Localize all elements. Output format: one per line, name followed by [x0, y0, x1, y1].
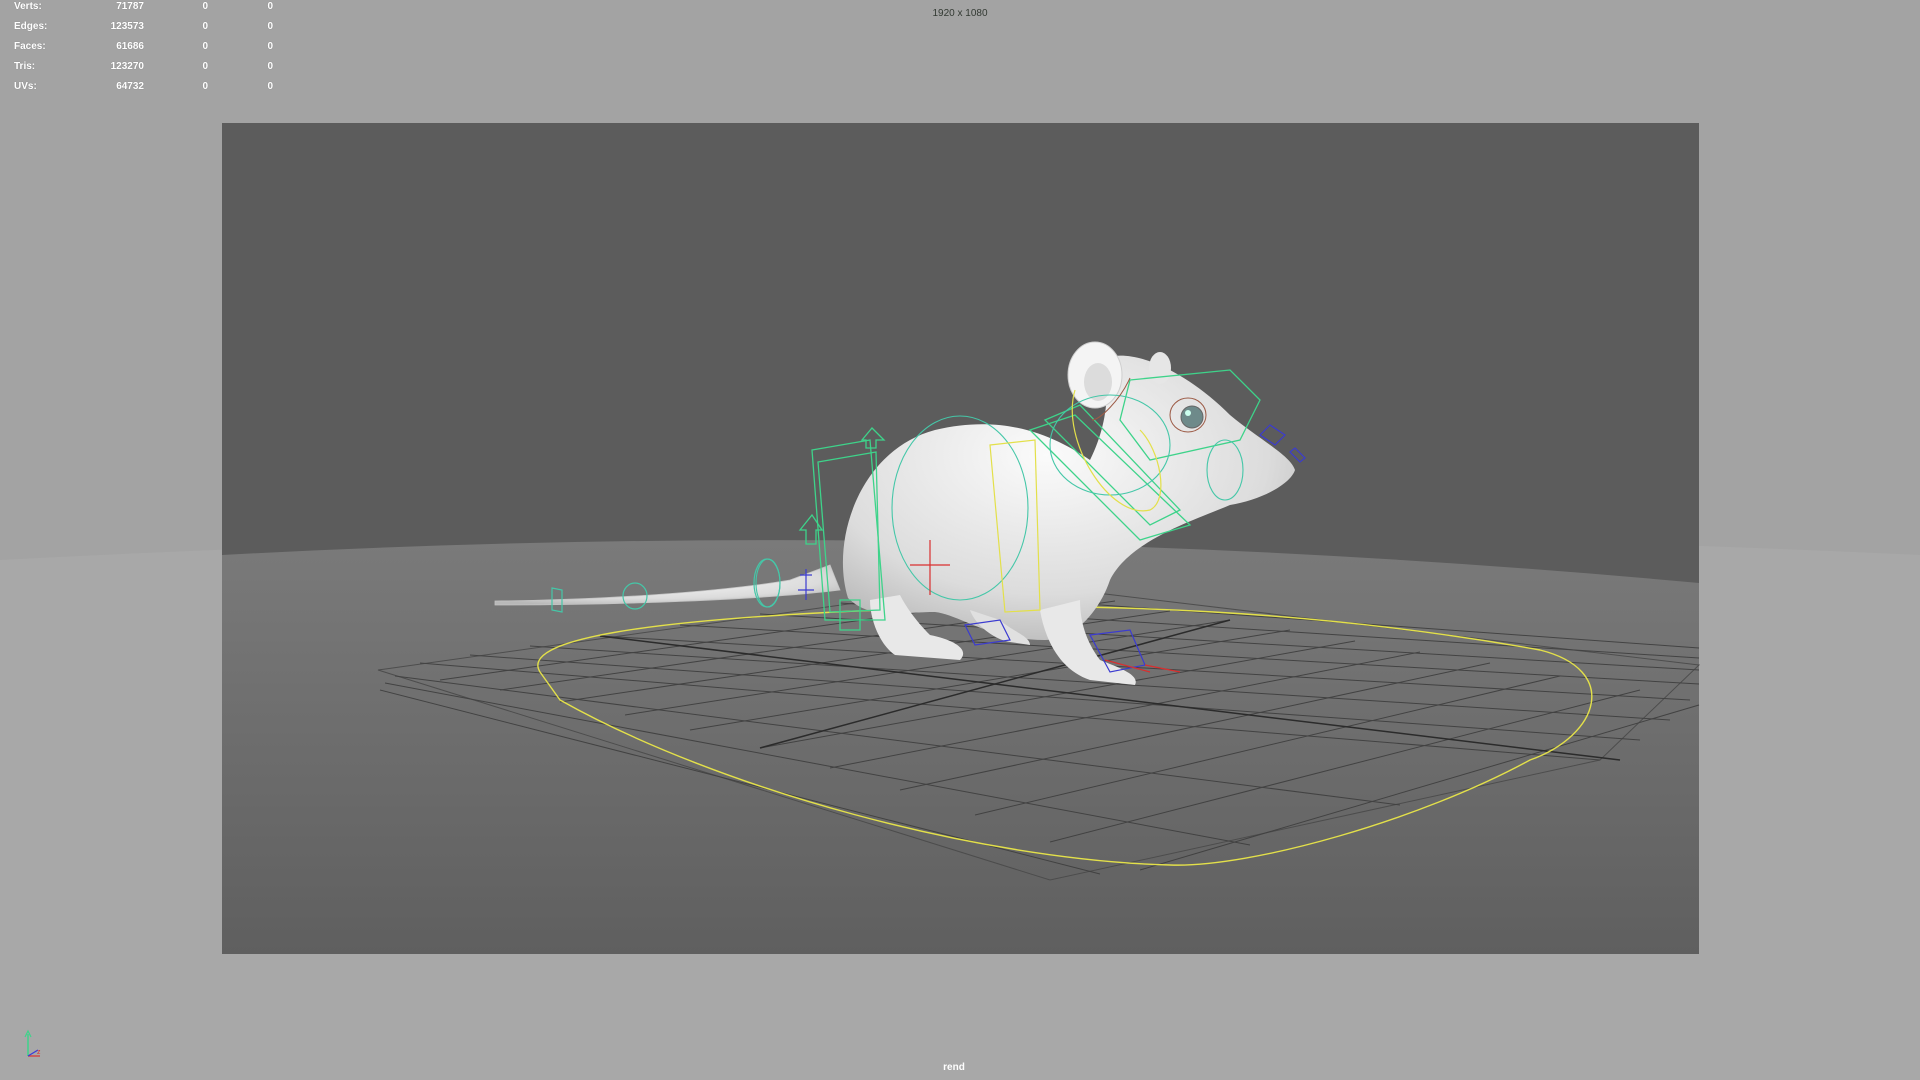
hud-label: Verts: — [14, 1, 42, 12]
hud-row-edges: Edges: 123573 0 0 — [14, 20, 276, 40]
hud-row-uvs: UVs: 64732 0 0 — [14, 80, 276, 100]
hud-component: 0 — [267, 1, 273, 12]
hud-value: 61686 — [116, 41, 144, 52]
rat-eye-highlight — [1185, 410, 1191, 416]
svg-text:z: z — [37, 1049, 41, 1056]
hud-component: 0 — [267, 81, 273, 92]
hud-row-faces: Faces: 61686 0 0 — [14, 40, 276, 60]
hud-selected: 0 — [202, 41, 208, 52]
hud-row-tris: Tris: 123270 0 0 — [14, 60, 276, 80]
rat-ear-right — [1149, 352, 1171, 384]
hud-label: Tris: — [14, 61, 36, 72]
hud-value: 64732 — [116, 81, 144, 92]
hud-label: Edges: — [14, 21, 48, 32]
camera-name-label: rend — [943, 1062, 965, 1073]
hud-component: 0 — [267, 21, 273, 32]
hud-selected: 0 — [202, 1, 208, 12]
axis-indicator-icon: z — [24, 1029, 41, 1057]
hud-row-verts: Verts: 71787 0 0 — [14, 0, 276, 20]
poly-count-hud: Verts: 71787 0 0 Edges: 123573 0 0 Faces… — [14, 0, 276, 100]
resolution-gate-label: 1920 x 1080 — [932, 8, 988, 19]
hud-value: 123573 — [110, 21, 144, 32]
hud-selected: 0 — [202, 81, 208, 92]
hud-value: 123270 — [110, 61, 144, 72]
hud-label: UVs: — [14, 81, 37, 92]
hud-value: 71787 — [116, 1, 144, 12]
hud-component: 0 — [267, 61, 273, 72]
hud-label: Faces: — [14, 41, 46, 52]
rat-eye — [1180, 405, 1204, 429]
hud-component: 0 — [267, 41, 273, 52]
viewport[interactable] — [0, 0, 1920, 1080]
hud-selected: 0 — [202, 61, 208, 72]
hud-selected: 0 — [202, 21, 208, 32]
